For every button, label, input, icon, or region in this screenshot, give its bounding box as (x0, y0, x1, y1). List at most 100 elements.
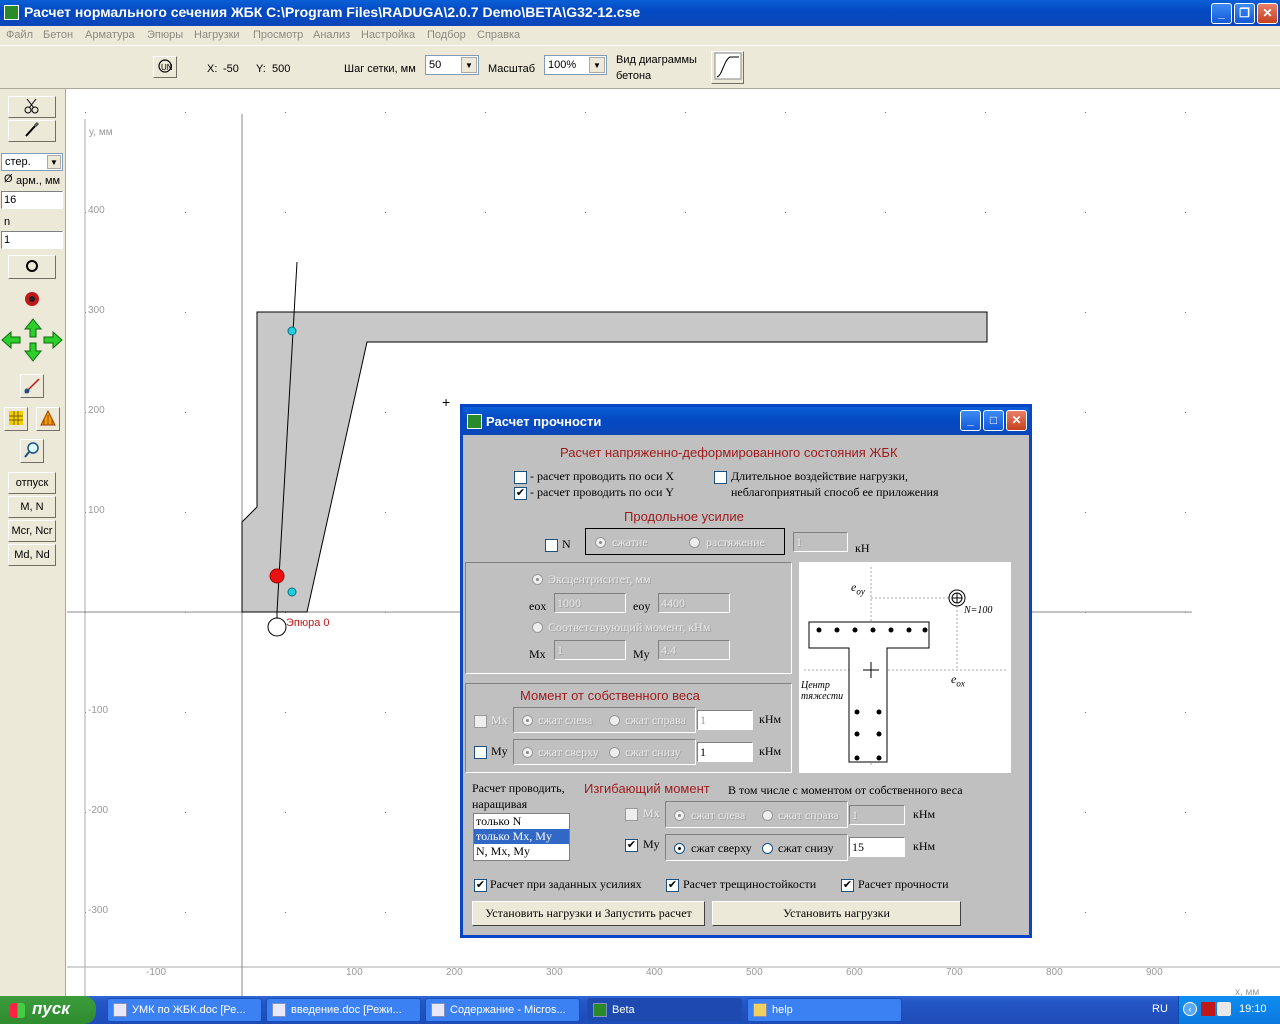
point-marker-bottom[interactable] (287, 587, 297, 597)
eoy-input[interactable]: 4400 (658, 593, 730, 613)
menu-view[interactable]: Просмотр (253, 29, 303, 41)
bend-right-radio[interactable] (762, 810, 773, 821)
bend-mx-input[interactable]: 1 (849, 805, 905, 825)
point-marker-top[interactable] (287, 326, 297, 336)
antivirus-icon[interactable] (1201, 1002, 1215, 1016)
bend-my-checkbox[interactable]: ✔ (625, 839, 638, 852)
eccentricity-radio[interactable] (532, 574, 543, 585)
task-contents[interactable]: Содержание - Micros... (425, 998, 580, 1022)
menu-file[interactable]: Файл (6, 29, 33, 41)
menu-loads[interactable]: Нагрузки (194, 29, 240, 41)
bar-tool-button[interactable] (20, 288, 44, 310)
rebar-type-select[interactable]: стер. ▼ (1, 153, 63, 171)
sw-my-checkbox[interactable] (474, 746, 487, 759)
task-word-umk[interactable]: УМК по ЖБК.doc [Ре... (107, 998, 262, 1022)
arrow-right-icon[interactable] (43, 330, 63, 350)
undo-button[interactable]: UN (153, 56, 177, 78)
bend-my-input[interactable]: 15 (849, 837, 905, 857)
strength-checkbox[interactable]: ✔ (841, 879, 854, 892)
grid-tool-button[interactable] (4, 407, 28, 431)
draw-tool-button[interactable] (8, 120, 56, 142)
arrow-down-icon[interactable] (23, 342, 43, 362)
set-loads-button[interactable]: Установить нагрузки (712, 901, 961, 926)
circle-tool-button[interactable] (8, 255, 56, 279)
long-term-label-1: Длительное воздействие нагрузки, (731, 469, 908, 483)
chevron-down-icon[interactable]: ▼ (589, 57, 605, 73)
long-term-checkbox[interactable] (714, 471, 727, 484)
mn-button[interactable]: M, N (8, 496, 56, 518)
axial-n-checkbox[interactable] (545, 539, 558, 552)
minimize-button[interactable]: _ (1211, 3, 1232, 24)
zoom-tool-button[interactable] (20, 439, 44, 463)
set-loads-and-run-button[interactable]: Установить нагрузки и Запустить расчет (472, 901, 705, 926)
sw-mx-checkbox[interactable] (474, 715, 487, 728)
tension-radio[interactable] (689, 537, 700, 548)
close-button[interactable]: ✕ (1257, 3, 1278, 24)
axial-value-input[interactable]: 1 (793, 532, 848, 552)
menu-selection[interactable]: Подбор (427, 29, 466, 41)
calc-mode-listbox[interactable]: только N только Mx, My N, Mx, My (473, 813, 570, 861)
compression-radio[interactable] (595, 537, 606, 548)
calc-y-checkbox[interactable]: ✔ (514, 487, 527, 500)
menu-settings[interactable]: Настройка (361, 29, 415, 41)
bend-left-radio[interactable] (674, 810, 685, 821)
sketch-rebar-dot (922, 627, 928, 633)
task-word-intro[interactable]: введение.doc [Режи... (266, 998, 421, 1022)
n-input[interactable]: 1 (1, 231, 63, 249)
scale-select[interactable]: 100% ▼ (544, 55, 607, 75)
calc-mode-option-selected[interactable]: только Mx, My (474, 829, 569, 844)
sw-my-input[interactable]: 1 (697, 742, 753, 762)
menu-concrete[interactable]: Бетон (43, 29, 73, 41)
bend-bottom-radio[interactable] (762, 843, 773, 854)
arrow-up-icon[interactable] (23, 318, 43, 338)
sw-mx-input[interactable]: 1 (697, 710, 753, 730)
release-button[interactable]: отпуск (8, 472, 56, 494)
concrete-diagram-button[interactable] (711, 51, 744, 84)
arrow-left-icon[interactable] (1, 330, 21, 350)
messenger-icon[interactable] (1217, 1002, 1231, 1016)
bend-top-radio[interactable] (674, 843, 685, 854)
maximize-button[interactable]: ❐ (1234, 3, 1255, 24)
language-indicator[interactable]: RU (1152, 1003, 1168, 1015)
bend-mx-value: 1 (852, 808, 858, 822)
rotate-tool-button[interactable] (20, 374, 44, 398)
menu-rebar[interactable]: Арматура (85, 29, 135, 41)
calc-x-checkbox[interactable] (514, 471, 527, 484)
start-button[interactable]: пуск (0, 996, 96, 1024)
crack-resistance-checkbox[interactable]: ✔ (666, 879, 679, 892)
task-help-folder[interactable]: help (747, 998, 902, 1022)
chevron-down-icon[interactable]: ▼ (47, 155, 61, 169)
sw-bottom-radio[interactable] (609, 747, 620, 758)
diameter-input[interactable]: 16 (1, 191, 63, 209)
sw-top-radio[interactable] (522, 747, 533, 758)
sketch-rebar-dot (876, 731, 882, 737)
ecc-mx-input[interactable]: 1 (554, 640, 626, 660)
calc-mode-option[interactable]: N, Mx, My (474, 844, 569, 859)
dialog-close-button[interactable]: ✕ (1006, 410, 1027, 431)
diagram-tool-button[interactable] (36, 407, 60, 431)
md-nd-button[interactable]: Md, Nd (8, 544, 56, 566)
menu-help[interactable]: Справка (477, 29, 520, 41)
ecc-my-input[interactable]: 4.4 (658, 640, 730, 660)
menu-analysis[interactable]: Анализ (313, 29, 350, 41)
given-forces-checkbox[interactable]: ✔ (474, 879, 487, 892)
bend-mx-checkbox[interactable] (625, 808, 638, 821)
eox-input[interactable]: 1000 (554, 593, 626, 613)
clock: 19:10 (1239, 1003, 1267, 1015)
task-beta[interactable]: Beta (587, 998, 742, 1022)
dialog-minimize-button[interactable]: _ (960, 410, 981, 431)
mcr-ncr-button[interactable]: Mcr, Ncr (8, 520, 56, 542)
grid-step-select[interactable]: 50 ▼ (425, 55, 479, 75)
tray-arrow-icon[interactable]: ‹ (1183, 1002, 1197, 1016)
epure-origin-circle[interactable] (267, 617, 287, 637)
moment-radio[interactable] (532, 622, 543, 633)
menu-epures[interactable]: Эпюры (147, 29, 183, 41)
sw-right-radio[interactable] (609, 715, 620, 726)
eccentricity-label: Эксцентриситет, мм (548, 572, 651, 586)
cut-tool-button[interactable] (8, 96, 56, 118)
rebar-bar-selected[interactable] (269, 568, 285, 584)
chevron-down-icon[interactable]: ▼ (461, 57, 477, 73)
dialog-maximize-button[interactable]: □ (983, 410, 1004, 431)
sw-left-radio[interactable] (522, 715, 533, 726)
calc-mode-option[interactable]: только N (474, 814, 569, 829)
